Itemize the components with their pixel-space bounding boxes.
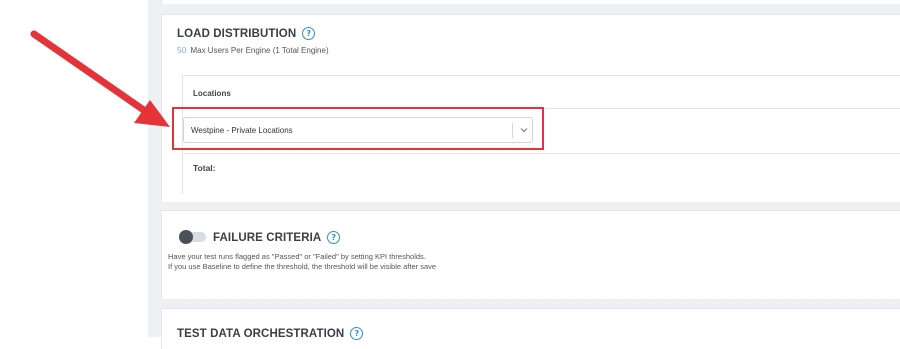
locations-header-label: Locations bbox=[193, 89, 231, 98]
test-data-orchestration-title-text: TEST DATA ORCHESTRATION bbox=[177, 327, 345, 340]
load-distribution-title: LOAD DISTRIBUTION ? bbox=[177, 27, 316, 40]
locations-header: Locations bbox=[183, 76, 900, 109]
help-icon[interactable]: ? bbox=[302, 27, 316, 40]
failure-criteria-title-text: FAILURE CRITERIA bbox=[213, 231, 322, 244]
load-distribution-title-text: LOAD DISTRIBUTION bbox=[177, 27, 297, 40]
failure-criteria-description-2: If you use Baseline to define the thresh… bbox=[168, 262, 437, 271]
max-users-text: Max Users Per Engine (1 Total Engine) bbox=[190, 46, 329, 55]
max-users-line: 50 Max Users Per Engine (1 Total Engine) bbox=[177, 45, 329, 55]
annotation-arrow-icon bbox=[30, 30, 170, 127]
toggle-knob bbox=[179, 230, 193, 244]
failure-criteria-description-1: Have your test runs flagged as "Passed" … bbox=[168, 252, 426, 261]
row-divider bbox=[183, 153, 900, 154]
failure-criteria-title: FAILURE CRITERIA ? bbox=[213, 231, 341, 244]
failure-criteria-card: FAILURE CRITERIA ? Have your test runs f… bbox=[161, 210, 900, 299]
total-label: Total: bbox=[193, 163, 216, 173]
highlight-box bbox=[172, 107, 544, 150]
help-icon[interactable]: ? bbox=[350, 327, 364, 340]
test-data-orchestration-title: TEST DATA ORCHESTRATION ? bbox=[177, 327, 364, 340]
help-icon[interactable]: ? bbox=[327, 231, 341, 244]
failure-criteria-toggle[interactable] bbox=[179, 230, 206, 244]
test-data-orchestration-card: TEST DATA ORCHESTRATION ? bbox=[161, 308, 900, 349]
previous-section-card bbox=[161, 0, 900, 4]
